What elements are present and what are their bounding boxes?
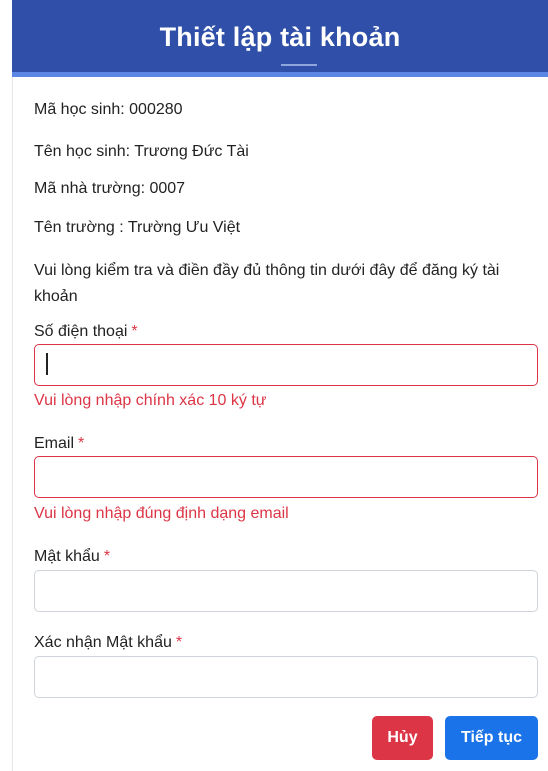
required-mark: * (131, 323, 138, 340)
confirm-password-label-text: Xác nhận Mật khẩu (34, 634, 172, 651)
school-name-text: Tên trường : Trường Ưu Việt (34, 219, 241, 236)
page-title: Thiết lập tài khoản (159, 22, 401, 52)
email-label: Email * (34, 435, 84, 453)
instruction-text: Vui lòng kiểm tra và điền đầy đủ thông t… (34, 262, 500, 305)
phone-input[interactable] (34, 344, 538, 386)
confirm-password-label: Xác nhận Mật khẩu * (34, 634, 182, 652)
student-id-text: Mã học sinh: 000280 (34, 101, 183, 118)
password-label: Mật khẩu * (34, 548, 110, 566)
text-cursor (46, 353, 48, 375)
confirm-password-input[interactable] (34, 656, 538, 698)
phone-label: Số điện thoại * (34, 323, 138, 341)
email-error: Vui lòng nhập đúng định dạng email (34, 505, 289, 522)
password-label-text: Mật khẩu (34, 548, 100, 565)
page-header: Thiết lập tài khoản (12, 0, 548, 77)
password-input[interactable] (34, 570, 538, 612)
next-button[interactable]: Tiếp tục (445, 716, 538, 760)
title-underline (281, 64, 317, 66)
phone-label-text: Số điện thoại (34, 323, 128, 340)
required-mark: * (103, 548, 111, 565)
required-mark: * (78, 435, 85, 452)
required-mark: * (175, 634, 183, 651)
email-input[interactable] (34, 456, 538, 498)
phone-error: Vui lòng nhập chính xác 10 ký tự (34, 392, 267, 409)
left-divider (12, 77, 13, 771)
email-label-text: Email (34, 435, 75, 452)
school-id-text: Mã nhà trường: 0007 (34, 180, 186, 197)
cancel-button[interactable]: Hủy (372, 716, 433, 760)
student-name-text: Tên học sinh: Trương Đức Tài (34, 143, 249, 160)
